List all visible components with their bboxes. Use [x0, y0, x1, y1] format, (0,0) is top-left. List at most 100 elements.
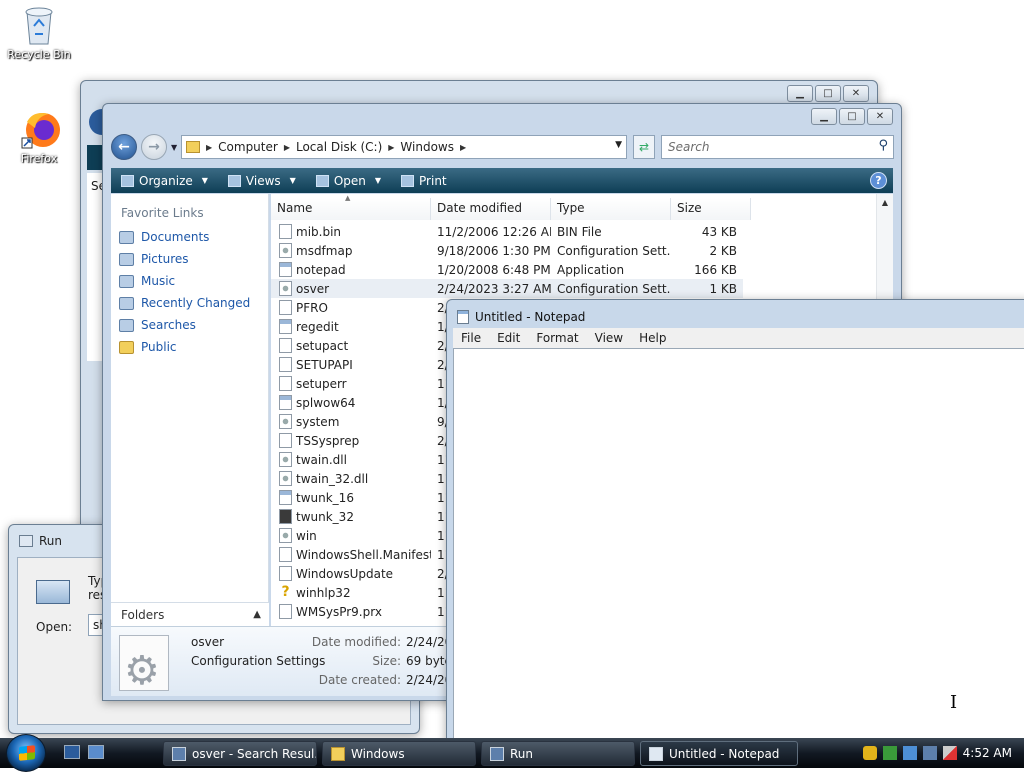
desktop-icon-firefox[interactable]: Firefox [1, 108, 77, 165]
menu-format[interactable]: Format [528, 331, 586, 345]
search-icon[interactable]: ⚲ [878, 138, 888, 153]
refresh-button[interactable]: ⇄ [633, 135, 655, 159]
start-button[interactable] [6, 734, 46, 772]
file-date: 2/24/2023 3:27 AM [437, 281, 551, 296]
scroll-up-icon[interactable]: ▲ [877, 194, 893, 207]
breadcrumb-item[interactable]: Local Disk (C:) [296, 140, 382, 154]
search-folder-icon [172, 746, 186, 761]
security-shield-icon[interactable] [862, 746, 877, 760]
recent-pages-dropdown[interactable]: ▼ [171, 143, 177, 152]
file-name-cell: msdfmap [271, 243, 431, 258]
file-name: winhlp32 [296, 585, 351, 600]
minimize-button[interactable]: ▁ [787, 85, 813, 102]
searches-icon [119, 318, 134, 332]
folders-toggle[interactable]: Folders ▲ [111, 602, 269, 626]
file-name-cell: setupact [271, 338, 431, 353]
file-name-cell: system [271, 414, 431, 429]
back-button[interactable]: ← [111, 134, 137, 160]
maximize-button[interactable]: □ [839, 108, 865, 125]
sort-ascending-icon: ▲ [345, 194, 351, 202]
file-row[interactable]: notepad 1/20/2008 6:48 PM Application 166 K… [271, 260, 743, 279]
taskbar-button-windows[interactable]: Windows [322, 741, 476, 766]
menu-view[interactable]: View [587, 331, 631, 345]
notepad-text-area[interactable] [453, 348, 1024, 744]
show-desktop-icon[interactable] [64, 745, 80, 759]
favorite-link-documents[interactable]: Documents [111, 226, 268, 248]
file-name: SETUPAPI [296, 357, 353, 372]
file-icon [279, 604, 292, 619]
file-icon [279, 338, 292, 353]
taskbar-button-notepad[interactable]: Untitled - Notepad [640, 741, 798, 766]
breadcrumb-item[interactable]: Computer [218, 140, 278, 154]
favorite-link-music[interactable]: Music [111, 270, 268, 292]
favorite-link-pictures[interactable]: Pictures [111, 248, 268, 270]
favorite-link-public[interactable]: Public [111, 336, 268, 358]
details-file-name: osver [191, 635, 225, 649]
minimize-button[interactable]: ▁ [811, 108, 837, 125]
favorite-label: Public [141, 340, 177, 354]
taskbar-button-run[interactable]: Run [481, 741, 635, 766]
menu-help[interactable]: Help [631, 331, 674, 345]
close-button[interactable]: ✕ [843, 85, 869, 102]
file-size: 2 KB [709, 243, 737, 258]
recently-changed-icon [119, 296, 134, 310]
views-button[interactable]: Views ▼ [218, 168, 306, 193]
run-program-icon [36, 580, 70, 604]
menu-file[interactable]: File [453, 331, 489, 345]
taskbar-button-search[interactable]: osver - Search Resul... [163, 741, 317, 766]
file-name: setuperr [296, 376, 347, 391]
network-icon[interactable] [902, 746, 917, 760]
file-icon [279, 547, 292, 562]
print-button[interactable]: Print [391, 168, 457, 193]
column-header-name[interactable]: ▲ Name [271, 194, 431, 220]
column-header-type[interactable]: Type [551, 198, 671, 220]
desktop-icon-recycle-bin[interactable]: Recycle Bin [1, 4, 77, 61]
file-icon [279, 357, 292, 372]
clock[interactable]: 4:52 AM [963, 746, 1012, 760]
file-icon [279, 224, 292, 239]
firefox-icon [19, 108, 60, 150]
file-icon [279, 262, 292, 277]
maximize-button[interactable]: □ [815, 85, 841, 102]
file-name-cell: WindowsShell.Manifest [271, 547, 431, 562]
windows-update-icon[interactable] [882, 746, 897, 760]
address-dropdown-icon[interactable]: ▼ [615, 140, 622, 150]
file-name-cell: WMSysPr9.prx [271, 604, 431, 619]
file-name: WindowsUpdate [296, 566, 394, 581]
help-icon[interactable]: ? [870, 172, 887, 189]
system-tray: 4:52 AM [854, 738, 1024, 768]
file-date: 1/20/2008 6:48 PM [437, 262, 551, 277]
notepad-window[interactable]: Untitled - Notepad File Edit Format View… [446, 299, 1024, 745]
pictures-icon [119, 252, 134, 266]
volume-muted-icon[interactable] [942, 746, 957, 760]
switch-windows-icon[interactable] [88, 745, 104, 759]
file-name-cell: twain_32.dll [271, 471, 431, 486]
file-row[interactable]: msdfmap 9/18/2006 1:30 PM Configuration Se… [271, 241, 743, 260]
file-type: Configuration Sett... [557, 281, 671, 296]
display-icon[interactable] [922, 746, 937, 760]
file-icon [279, 528, 292, 543]
column-header-date[interactable]: Date modified [431, 198, 551, 220]
file-row[interactable]: osver 2/24/2023 3:27 AM Configuration Sett… [271, 279, 743, 298]
column-header-size[interactable]: Size [671, 198, 751, 220]
search-input[interactable]: Search ⚲ [661, 135, 894, 159]
close-button[interactable]: ✕ [867, 108, 893, 125]
forward-button[interactable]: → [141, 134, 167, 160]
organize-button[interactable]: Organize ▼ [111, 168, 218, 193]
chevron-up-icon: ▲ [253, 609, 261, 620]
address-bar[interactable]: ▶ Computer ▶ Local Disk (C:) ▶ Windows ▶… [181, 135, 627, 159]
command-bar: Organize ▼ Views ▼ Open ▼ Print ? [111, 168, 893, 193]
breadcrumb-item[interactable]: Windows [400, 140, 454, 154]
favorite-label: Searches [141, 318, 196, 332]
taskbar-button-label: Run [510, 746, 534, 761]
favorite-link-searches[interactable]: Searches [111, 314, 268, 336]
menu-edit[interactable]: Edit [489, 331, 528, 345]
favorite-link-recently-changed[interactable]: Recently Changed [111, 292, 268, 314]
file-row[interactable]: mib.bin 11/2/2006 12:26 AM BIN File 43 KB [271, 222, 743, 241]
file-name: msdfmap [296, 243, 353, 258]
open-button[interactable]: Open ▼ [306, 168, 391, 193]
music-icon [119, 274, 134, 288]
file-name-cell: ? winhlp32 [271, 585, 431, 600]
favorite-label: Recently Changed [141, 296, 251, 310]
taskbar-button-label: osver - Search Resul... [192, 746, 317, 761]
